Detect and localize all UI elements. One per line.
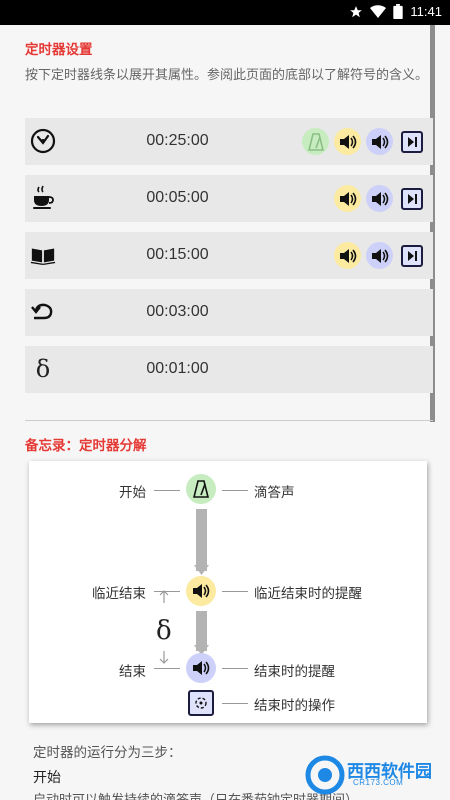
star-icon [350,5,363,17]
alarm-clock-icon [30,128,56,154]
delta-icon: δ [35,355,51,383]
metronome-icon [186,474,216,504]
section-title-memo: 备忘录：定时器分解 [25,438,147,454]
timer-duration: 00:01:00 [146,360,209,377]
skip-next-icon[interactable] [398,128,425,155]
start-label: 开始 [119,485,146,501]
timer-duration: 00:05:00 [146,189,209,206]
arrow-down-icon [159,651,169,664]
timer-row-repeat[interactable]: 00:03:00 [25,289,433,336]
skip-next-icon[interactable] [398,185,425,212]
speaker-end-icon[interactable] [366,185,393,212]
connector-line [222,591,248,592]
timer-duration: 00:03:00 [146,303,209,320]
section-title-timer-settings: 定时器设置 [25,42,93,58]
end-action-icon [188,690,214,716]
end-action-label: 结束时的操作 [254,698,335,714]
timer-steps-intro: 定时器的运行分为三步： [33,745,182,761]
settings-description: 按下定时器线条以展开其属性。参阅此页面的底部以了解符号的含义。 [25,68,429,83]
coffee-cup-icon [30,185,56,211]
connector-line [154,490,180,491]
speaker-end-icon[interactable] [366,128,393,155]
arrow-down-icon [194,565,209,575]
status-bar: 11:41 [0,0,450,25]
timer-duration: 00:15:00 [146,246,209,263]
repeat-arrow-icon [30,299,56,325]
speaker-end-icon[interactable] [366,242,393,269]
connector-line [222,490,248,491]
connector-line [222,668,248,669]
timer-row-delta[interactable]: δ 00:01:00 [25,346,433,393]
divider [25,420,433,421]
timer-row-short-break[interactable]: 00:05:00 [25,175,433,222]
near-end-reminder-label: 临近结束时的提醒 [254,586,362,602]
speaker-near-end-icon[interactable] [334,128,361,155]
speaker-end-icon [186,653,216,683]
skip-next-icon[interactable] [398,242,425,269]
wifi-icon [370,4,387,18]
metronome-icon[interactable] [302,128,329,155]
timer-breakdown-diagram: 开始 滴答声 临近结束 临近结束时的提醒 δ 结束 结束时的提醒 结束时的操作 [29,461,427,723]
delta-symbol: δ [156,616,172,646]
timer-duration: 00:25:00 [146,132,209,149]
watermark-logo: 西西软件园 CR173.COM [305,755,432,795]
end-label: 结束 [119,664,146,680]
step-start-heading: 开始 [33,770,61,786]
connector-line [222,703,248,704]
clock-time: 11:41 [410,4,442,19]
speaker-near-end-icon[interactable] [334,185,361,212]
timer-row-long-break[interactable]: 00:15:00 [25,232,433,279]
speaker-near-end-icon [186,576,216,606]
connector-line [154,668,180,669]
tick-label: 滴答声 [254,485,295,501]
book-icon [30,242,56,268]
speaker-near-end-icon[interactable] [334,242,361,269]
end-reminder-label: 结束时的提醒 [254,664,335,680]
progress-bar-segment [196,509,207,571]
watermark-domain: CR173.COM [353,778,404,787]
battery-icon [393,4,404,19]
timer-row-work[interactable]: 00:25:00 [25,118,433,165]
near-end-label: 临近结束 [92,586,146,602]
arrow-up-icon [159,590,169,603]
